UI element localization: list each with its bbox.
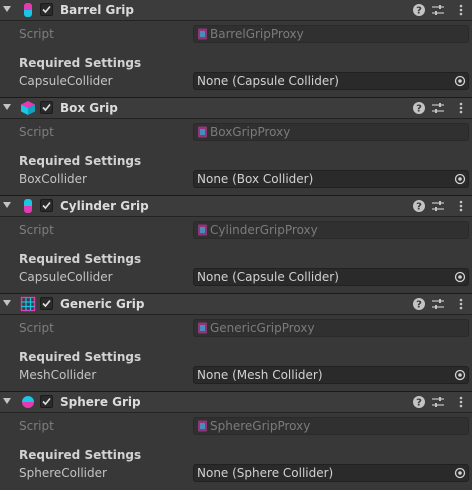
object-picker-icon[interactable] [454,271,466,283]
foldout-arrow-icon[interactable] [3,300,11,306]
script-field[interactable]: SphereGripProxy [193,417,469,435]
object-picker-icon[interactable] [454,369,466,381]
help-icon[interactable]: ? [412,199,426,213]
collider-field[interactable]: None (Capsule Collider) [193,268,469,286]
barrel-grip-icon [24,3,32,17]
presets-icon[interactable] [431,199,445,213]
component-barrel-grip: Barrel Grip ? Script BarrelGripProxy Req… [0,0,472,98]
svg-text:?: ? [416,6,422,17]
script-value: BarrelGripProxy [210,27,304,41]
script-file-icon [198,28,207,40]
collider-label: MeshCollider [19,368,97,382]
context-menu-icon[interactable] [454,3,468,17]
generic-grip-icon [20,296,36,312]
component-title: Barrel Grip [60,3,134,17]
collider-label: BoxCollider [19,172,87,186]
script-label: Script [19,27,54,41]
component-box-grip: Box Grip ? Script BoxGripProxy Required … [0,97,472,196]
script-label: Script [19,223,54,237]
required-settings-heading: Required Settings [19,154,142,168]
script-value: GenericGripProxy [210,321,315,335]
collider-field[interactable]: None (Capsule Collider) [193,72,469,90]
cylinder-grip-icon [24,199,32,213]
script-field[interactable]: BoxGripProxy [193,123,469,141]
script-label: Script [19,125,54,139]
script-file-icon [198,224,207,236]
collider-field[interactable]: None (Box Collider) [193,170,469,188]
object-picker-icon[interactable] [454,173,466,185]
svg-text:?: ? [416,398,422,409]
enabled-checkbox[interactable] [40,199,53,212]
component-cylinder-grip: Cylinder Grip ? Script CylinderGripProxy… [0,195,472,294]
svg-text:?: ? [416,300,422,311]
svg-text:?: ? [416,104,422,115]
script-value: BoxGripProxy [210,125,291,139]
foldout-arrow-icon[interactable] [3,398,11,404]
foldout-arrow-icon[interactable] [3,202,11,208]
object-picker-icon[interactable] [454,467,466,479]
script-field[interactable]: CylinderGripProxy [193,221,469,239]
foldout-arrow-icon[interactable] [3,104,11,110]
required-settings-heading: Required Settings [19,448,142,462]
script-field[interactable]: BarrelGripProxy [193,25,469,43]
collider-value: None (Box Collider) [197,172,314,186]
script-value: CylinderGripProxy [210,223,318,237]
collider-value: None (Sphere Collider) [197,466,334,480]
presets-icon[interactable] [431,395,445,409]
collider-value: None (Capsule Collider) [197,74,339,88]
collider-label: CapsuleCollider [19,74,113,88]
component-header[interactable]: Sphere Grip ? [0,392,472,413]
context-menu-icon[interactable] [454,199,468,213]
required-settings-heading: Required Settings [19,252,142,266]
enabled-checkbox[interactable] [40,297,53,310]
component-title: Generic Grip [60,297,145,311]
component-header[interactable]: Cylinder Grip ? [0,196,472,217]
collider-value: None (Capsule Collider) [197,270,339,284]
help-icon[interactable]: ? [412,101,426,115]
foldout-arrow-icon[interactable] [3,6,11,12]
script-label: Script [19,419,54,433]
svg-text:?: ? [416,202,422,213]
box-grip-icon [21,101,35,115]
collider-field[interactable]: None (Sphere Collider) [193,464,469,482]
component-title: Box Grip [60,101,118,115]
context-menu-icon[interactable] [454,395,468,409]
script-file-icon [198,126,207,138]
sphere-grip-icon [22,396,34,408]
enabled-checkbox[interactable] [40,3,53,16]
component-header[interactable]: Generic Grip ? [0,294,472,315]
script-file-icon [198,322,207,334]
component-title: Cylinder Grip [60,199,149,213]
help-icon[interactable]: ? [412,3,426,17]
component-header[interactable]: Barrel Grip ? [0,0,472,21]
script-value: SphereGripProxy [210,419,311,433]
presets-icon[interactable] [431,297,445,311]
component-generic-grip: Generic Grip ? Script GenericGripProxy R… [0,293,472,392]
collider-label: SphereCollider [19,466,107,480]
collider-field[interactable]: None (Mesh Collider) [193,366,469,384]
help-icon[interactable]: ? [412,297,426,311]
context-menu-icon[interactable] [454,101,468,115]
required-settings-heading: Required Settings [19,350,142,364]
required-settings-heading: Required Settings [19,56,142,70]
enabled-checkbox[interactable] [40,395,53,408]
presets-icon[interactable] [431,3,445,17]
object-picker-icon[interactable] [454,75,466,87]
help-icon[interactable]: ? [412,395,426,409]
component-header[interactable]: Box Grip ? [0,98,472,119]
enabled-checkbox[interactable] [40,101,53,114]
presets-icon[interactable] [431,101,445,115]
collider-label: CapsuleCollider [19,270,113,284]
component-sphere-grip: Sphere Grip ? Script SphereGripProxy Req… [0,391,472,490]
script-field[interactable]: GenericGripProxy [193,319,469,337]
context-menu-icon[interactable] [454,297,468,311]
component-title: Sphere Grip [60,395,141,409]
script-label: Script [19,321,54,335]
script-file-icon [198,420,207,432]
collider-value: None (Mesh Collider) [197,368,323,382]
